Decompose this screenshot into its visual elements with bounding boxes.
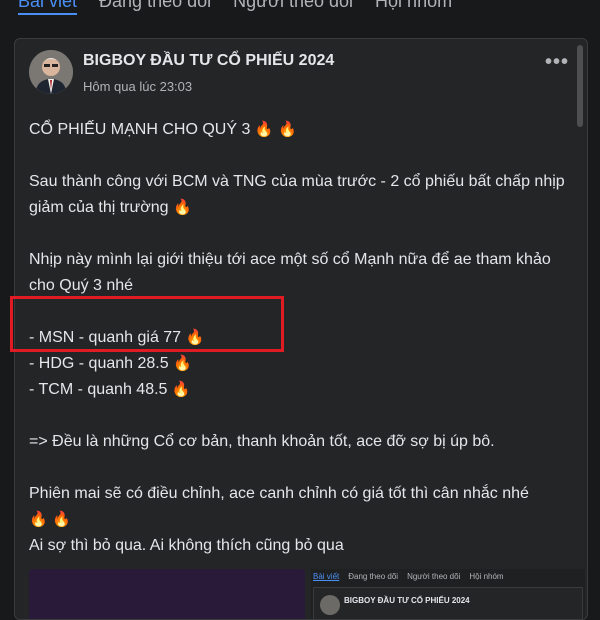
stock-item: - HDG - quanh 28.5 🔥 [29, 351, 574, 377]
mini-tab: Đang theo dõi [348, 572, 399, 581]
post-body: CỔ PHIẾU MẠNH CHO QUÝ 3 🔥 🔥 Sau thành cô… [29, 117, 574, 559]
post-author[interactable]: BIGBOY ĐẦU TƯ CỔ PHIẾU 2024 [83, 52, 334, 70]
fire-icon: 🔥 [29, 511, 48, 528]
post-line: => Đều là những Cổ cơ bản, thanh khoản t… [29, 429, 574, 455]
tab-following[interactable]: Đang theo dõi [99, 0, 211, 15]
attached-image-1[interactable] [29, 569, 305, 619]
stock-item: - TCM - quanh 48.5 🔥 [29, 377, 574, 403]
stock-item: - MSN - quanh giá 77 🔥 [29, 325, 574, 351]
post-line: CỔ PHIẾU MẠNH CHO QUÝ 3 🔥 🔥 [29, 117, 574, 143]
attached-image-2[interactable]: Bài viết Đang theo dõi Người theo dõi Hộ… [311, 569, 585, 619]
fire-icon: 🔥 [172, 199, 192, 216]
tab-posts[interactable]: Bài viết [18, 0, 78, 15]
post-line: Phiên mai sẽ có điều chỉnh, ace canh chỉ… [29, 481, 574, 533]
fire-icon: 🔥 [277, 121, 297, 138]
post-text: Nhịp này mình lại giới thiệu tới ace một… [29, 251, 551, 294]
avatar[interactable] [29, 50, 73, 94]
mini-tab: Hội nhóm [469, 572, 504, 581]
fire-icon: 🔥 [173, 355, 192, 372]
fire-icon: 🔥 [171, 381, 191, 398]
post-heading: CỔ PHIẾU MẠNH CHO QUÝ 3 [29, 121, 251, 138]
mini-author: BIGBOY ĐẦU TƯ CỔ PHIẾU 2024 [344, 596, 470, 605]
mini-tab: Người theo dõi [407, 572, 461, 581]
tab-groups[interactable]: Hội nhóm [375, 0, 452, 15]
stock-text: - MSN - quanh giá 77 [29, 329, 182, 346]
fire-icon: 🔥 [185, 329, 205, 346]
post-text: Sau thành công với BCM và TNG của mùa tr… [29, 173, 565, 216]
post-text: Ai sợ thì bỏ qua. Ai không thích cũng bỏ… [29, 537, 344, 554]
post-text: => Đều là những Cổ cơ bản, thanh khoản t… [29, 433, 495, 450]
stock-text: - TCM - quanh 48.5 [29, 381, 168, 398]
scrollbar[interactable] [577, 45, 583, 127]
tab-followers[interactable]: Người theo dõi [233, 0, 353, 15]
mini-tabs: Bài viết Đang theo dõi Người theo dõi Hộ… [311, 569, 585, 581]
post-card: BIGBOY ĐẦU TƯ CỔ PHIẾU 2024 Hôm qua lúc … [14, 38, 588, 620]
post-line: Ai sợ thì bỏ qua. Ai không thích cũng bỏ… [29, 533, 574, 559]
post-timestamp[interactable]: Hôm qua lúc 23:03 [83, 79, 192, 94]
mini-post-card: BIGBOY ĐẦU TƯ CỔ PHIẾU 2024 [313, 587, 583, 619]
attached-images[interactable]: Bài viết Đang theo dõi Người theo dõi Hộ… [29, 569, 585, 619]
post-line: Nhịp này mình lại giới thiệu tới ace một… [29, 247, 574, 299]
post-line: Sau thành công với BCM và TNG của mùa tr… [29, 169, 574, 221]
fire-icon: 🔥 [254, 121, 274, 138]
profile-tabs: Bài viết Đang theo dõi Người theo dõi Hộ… [0, 0, 600, 15]
more-options-icon[interactable]: ••• [545, 51, 569, 74]
stock-text: - HDG - quanh 28.5 [29, 355, 169, 372]
mini-avatar [320, 595, 340, 615]
fire-icon: 🔥 [52, 511, 71, 528]
mini-tab: Bài viết [313, 572, 340, 581]
post-text: Phiên mai sẽ có điều chỉnh, ace canh chỉ… [29, 485, 529, 502]
